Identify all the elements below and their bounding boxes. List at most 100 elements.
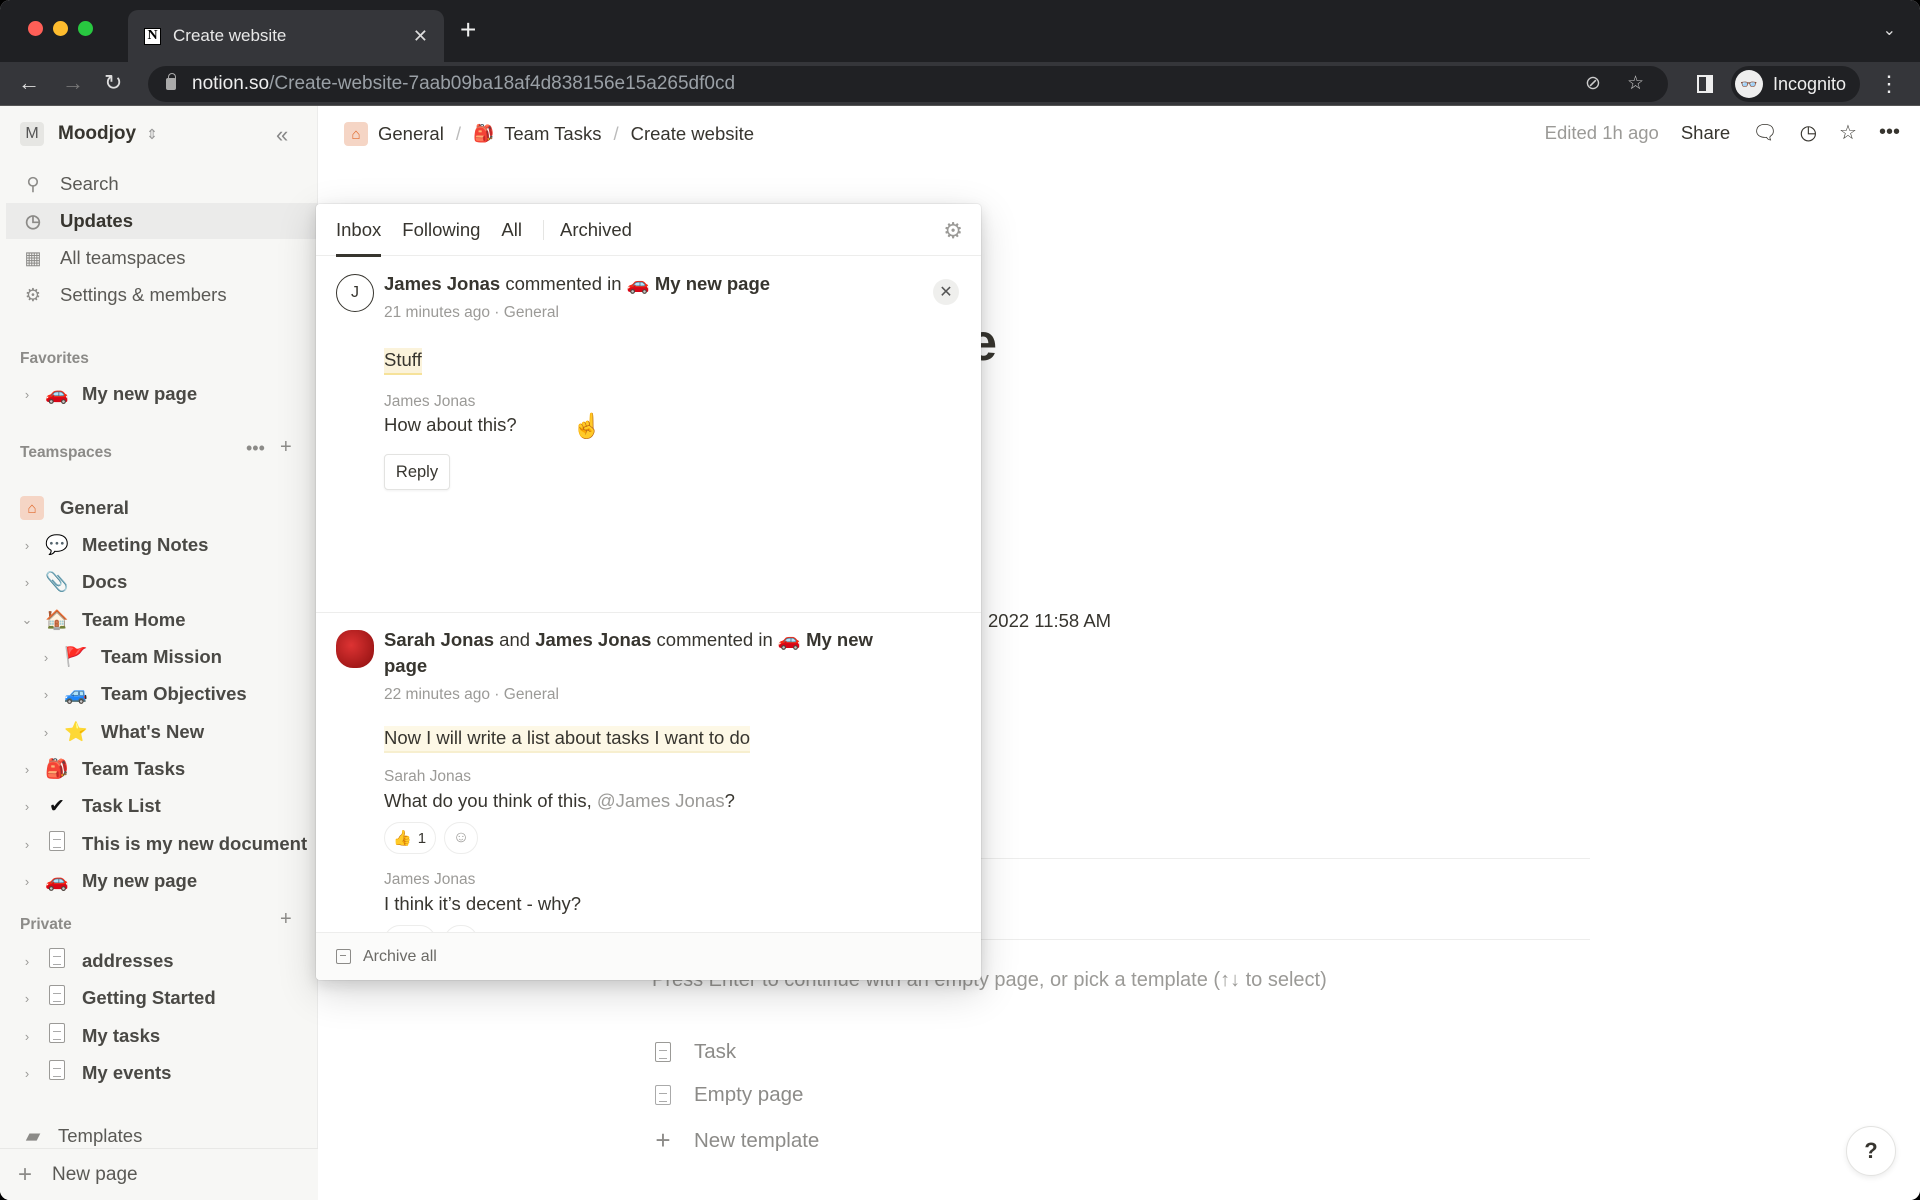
tab-all[interactable]: All [501,204,522,256]
breadcrumb-create-website[interactable]: Create website [631,123,754,145]
hand-cursor-icon: ☝ [572,413,602,440]
add-teamspace-icon[interactable]: + [280,436,292,459]
sidebar-item-label: What's New [101,721,205,742]
sidebar-item-label: This is my new document [82,833,308,854]
add-reaction-icon[interactable]: ☺ [444,822,478,854]
sidebar-page-whats-new[interactable]: › ⭐ What's New [6,714,318,750]
doc-lines-icon [652,1042,674,1062]
chevron-updown-icon: ⇕ [146,125,158,142]
breadcrumb-team-tasks[interactable]: Team Tasks [504,123,601,145]
chevron-down-icon[interactable]: ⌄ [20,612,34,628]
back-button[interactable]: ← [18,70,40,96]
side-panel-icon[interactable] [1696,75,1713,93]
sidebar-page-team-mission[interactable]: › 🚩 Team Mission [6,639,318,675]
workspace-switcher[interactable]: M Moodjoy ⇕ [20,122,158,146]
teamspaces-more-icon[interactable]: ••• [246,438,265,459]
chevron-right-icon[interactable]: › [20,954,34,969]
sidebar-page-my-tasks[interactable]: › My tasks [6,1018,318,1054]
sidebar-page-getting-started[interactable]: › Getting Started [6,980,318,1016]
close-window-button[interactable] [28,21,43,36]
chevron-right-icon[interactable]: › [20,799,34,814]
chevron-right-icon[interactable]: › [20,991,34,1006]
sidebar-page-my-new-page-2[interactable]: › 🚗 My new page [6,863,318,899]
tab-archived[interactable]: Archived [560,204,632,256]
sidebar-item-all-teamspaces[interactable]: ▦ All teamspaces [6,240,318,276]
comment-author: James Jonas [384,871,476,888]
favorite-star-icon[interactable]: ☆ [1839,120,1857,145]
tab-search-chevron-icon[interactable]: ⌄ [1883,20,1896,40]
chevron-right-icon[interactable]: › [20,575,34,590]
archive-all-button[interactable]: Archive all [316,932,981,980]
chevron-right-icon[interactable]: › [20,837,34,852]
history-clock-icon[interactable]: ◷ [1800,120,1817,145]
template-option-new-template[interactable]: + New template [652,1125,819,1156]
chevron-right-icon[interactable]: › [20,538,34,553]
sidebar-page-team-objectives[interactable]: › 🚙 Team Objectives [6,676,318,712]
eye-slash-icon[interactable]: ⊘ [1585,72,1601,95]
incognito-profile-button[interactable]: 👓 Incognito [1730,66,1860,102]
sidebar-page-addresses[interactable]: › addresses [6,943,318,979]
doc-icon [652,1085,674,1105]
sidebar-page-meeting-notes[interactable]: › 💬 Meeting Notes [6,527,318,563]
sidebar-page-team-tasks[interactable]: › 🎒 Team Tasks [6,751,318,787]
chevron-right-icon[interactable]: › [20,762,34,777]
comments-icon[interactable]: 🗨 [1752,120,1777,145]
sidebar-page-task-list[interactable]: › ✔ Task List [6,788,318,824]
reaction-thumbs-up[interactable]: 👍 1 [384,822,436,854]
suv-icon: 🚙 [64,684,88,705]
sidebar-page-my-events[interactable]: › My events [6,1055,318,1091]
lock-icon [166,73,176,90]
sidebar-page-team-home[interactable]: ⌄ 🏠 Team Home [6,602,318,638]
chevron-right-icon[interactable]: › [39,687,53,702]
tab-following[interactable]: Following [402,204,480,256]
more-options-icon[interactable]: ••• [1879,121,1900,144]
reaction-count: 1 [417,829,427,847]
chevron-right-icon[interactable]: › [20,1029,34,1044]
sidebar-page-my-new-page[interactable]: › 🚗 My new page [6,376,318,412]
date-property-value[interactable]: 2022 11:58 AM [988,610,1111,632]
car-icon: 🚗 [777,629,801,650]
page-header: ⌂ General / 🎒 Team Tasks / Create websit… [318,106,1920,164]
sidebar-page-docs[interactable]: › 📎 Docs [6,564,318,600]
sidebar-item-updates[interactable]: ◷ Updates [6,203,318,239]
sidebar-page-new-document[interactable]: › This is my new document [6,826,318,862]
help-button[interactable]: ? [1846,1126,1896,1176]
close-tab-icon[interactable]: ✕ [413,26,428,47]
gear-icon[interactable]: ⚙ [943,218,963,244]
maximize-window-button[interactable] [78,21,93,36]
chevron-right-icon[interactable]: › [20,387,34,402]
template-option-task[interactable]: Task [652,1040,736,1064]
updates-popup: Inbox Following All Archived ⚙ J James J… [316,204,981,980]
chevron-right-icon[interactable]: › [39,725,53,740]
sidebar-item-label: Docs [82,571,128,592]
dismiss-icon[interactable]: ✕ [933,279,959,305]
highlighted-quote[interactable]: Stuff [384,348,422,375]
tab-inbox[interactable]: Inbox [336,204,382,257]
address-bar[interactable]: notion.so/Create-website-7aab09ba18af4d8… [148,66,1668,102]
new-tab-button[interactable]: + [460,16,476,44]
template-option-empty-page[interactable]: Empty page [652,1083,803,1107]
reply-button[interactable]: Reply [384,454,450,490]
reload-button[interactable]: ↻ [104,70,122,96]
collapse-sidebar-icon[interactable]: « [276,122,288,148]
user-mention[interactable]: @James Jonas [597,790,725,811]
sidebar-teamspace-general[interactable]: ⌂ General [6,490,318,526]
sidebar-item-search[interactable]: ⚲ Search [6,166,318,202]
highlighted-quote[interactable]: Now I will write a list about tasks I wa… [384,726,751,753]
bookmark-star-icon[interactable]: ☆ [1627,72,1644,95]
minimize-window-button[interactable] [53,21,68,36]
share-button[interactable]: Share [1681,122,1730,144]
forward-button[interactable]: → [62,70,84,96]
chevron-right-icon[interactable]: › [39,650,53,665]
template-label: Task [694,1040,737,1063]
breadcrumb-separator: / [613,123,619,144]
browser-tab[interactable]: N Create website ✕ [128,10,444,62]
sidebar-item-settings[interactable]: ⚙ Settings & members [6,277,318,313]
add-private-page-icon[interactable]: + [280,908,292,931]
chevron-right-icon[interactable]: › [20,874,34,889]
chevron-right-icon[interactable]: › [20,1066,34,1081]
updates-tabs: Inbox Following All Archived ⚙ [316,204,981,257]
browser-menu-icon[interactable]: ⋮ [1878,71,1900,97]
new-page-button[interactable]: + New page [0,1148,318,1200]
breadcrumb-general[interactable]: General [378,123,444,145]
